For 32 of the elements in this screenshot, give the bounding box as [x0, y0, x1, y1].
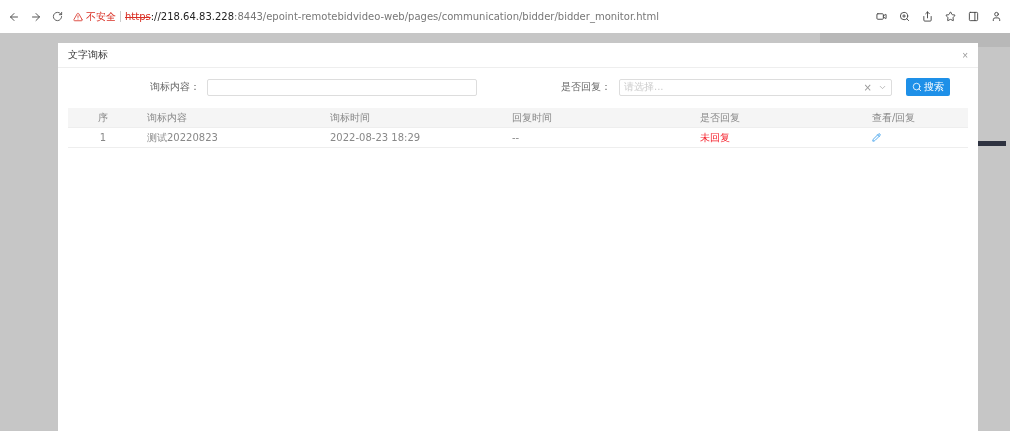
forward-icon[interactable]	[30, 10, 42, 23]
column-header: 是否回复	[699, 110, 741, 125]
back-icon[interactable]	[8, 10, 20, 23]
column-header: 回复时间	[511, 110, 553, 125]
reload-icon[interactable]	[52, 11, 63, 22]
column-header: 序	[97, 110, 109, 125]
table-cell-text: --	[511, 132, 521, 143]
security-warning: 不安全	[86, 9, 116, 24]
share-icon[interactable]	[922, 11, 933, 22]
table-cell-text: 1	[98, 132, 108, 143]
sidebar-icon[interactable]	[968, 11, 979, 22]
address-url[interactable]: https://218.64.83.228:8443/epoint-remotebidvideo-web/pages/communication/bidder/bidder_monitor.html	[125, 11, 660, 22]
star-icon[interactable]	[945, 11, 956, 22]
close-button[interactable]: ×	[962, 49, 968, 61]
content-input-field[interactable]	[207, 78, 477, 96]
table-cell-text: 测试20220823	[146, 130, 219, 145]
search-icon	[912, 82, 922, 92]
column-header: 询标时间	[329, 110, 371, 125]
column-header: 询标内容	[146, 110, 188, 125]
content-label: 询标内容：	[149, 80, 200, 94]
reply-status: 未回复	[699, 130, 731, 145]
dialog-title: 文字询标	[68, 48, 108, 62]
search-button[interactable]: 搜索	[906, 78, 950, 96]
camera-icon[interactable]	[876, 11, 887, 22]
warning-icon	[73, 11, 83, 22]
reply-label: 是否回复：	[560, 80, 611, 94]
page-stripe	[978, 141, 1006, 146]
zoom-icon[interactable]	[899, 11, 910, 22]
clear-icon[interactable]: ×	[863, 81, 872, 93]
profile-icon[interactable]	[991, 11, 1002, 22]
table-cell-text: 2022-08-23 18:29	[329, 132, 422, 143]
column-header: 查看/回复	[871, 110, 917, 125]
